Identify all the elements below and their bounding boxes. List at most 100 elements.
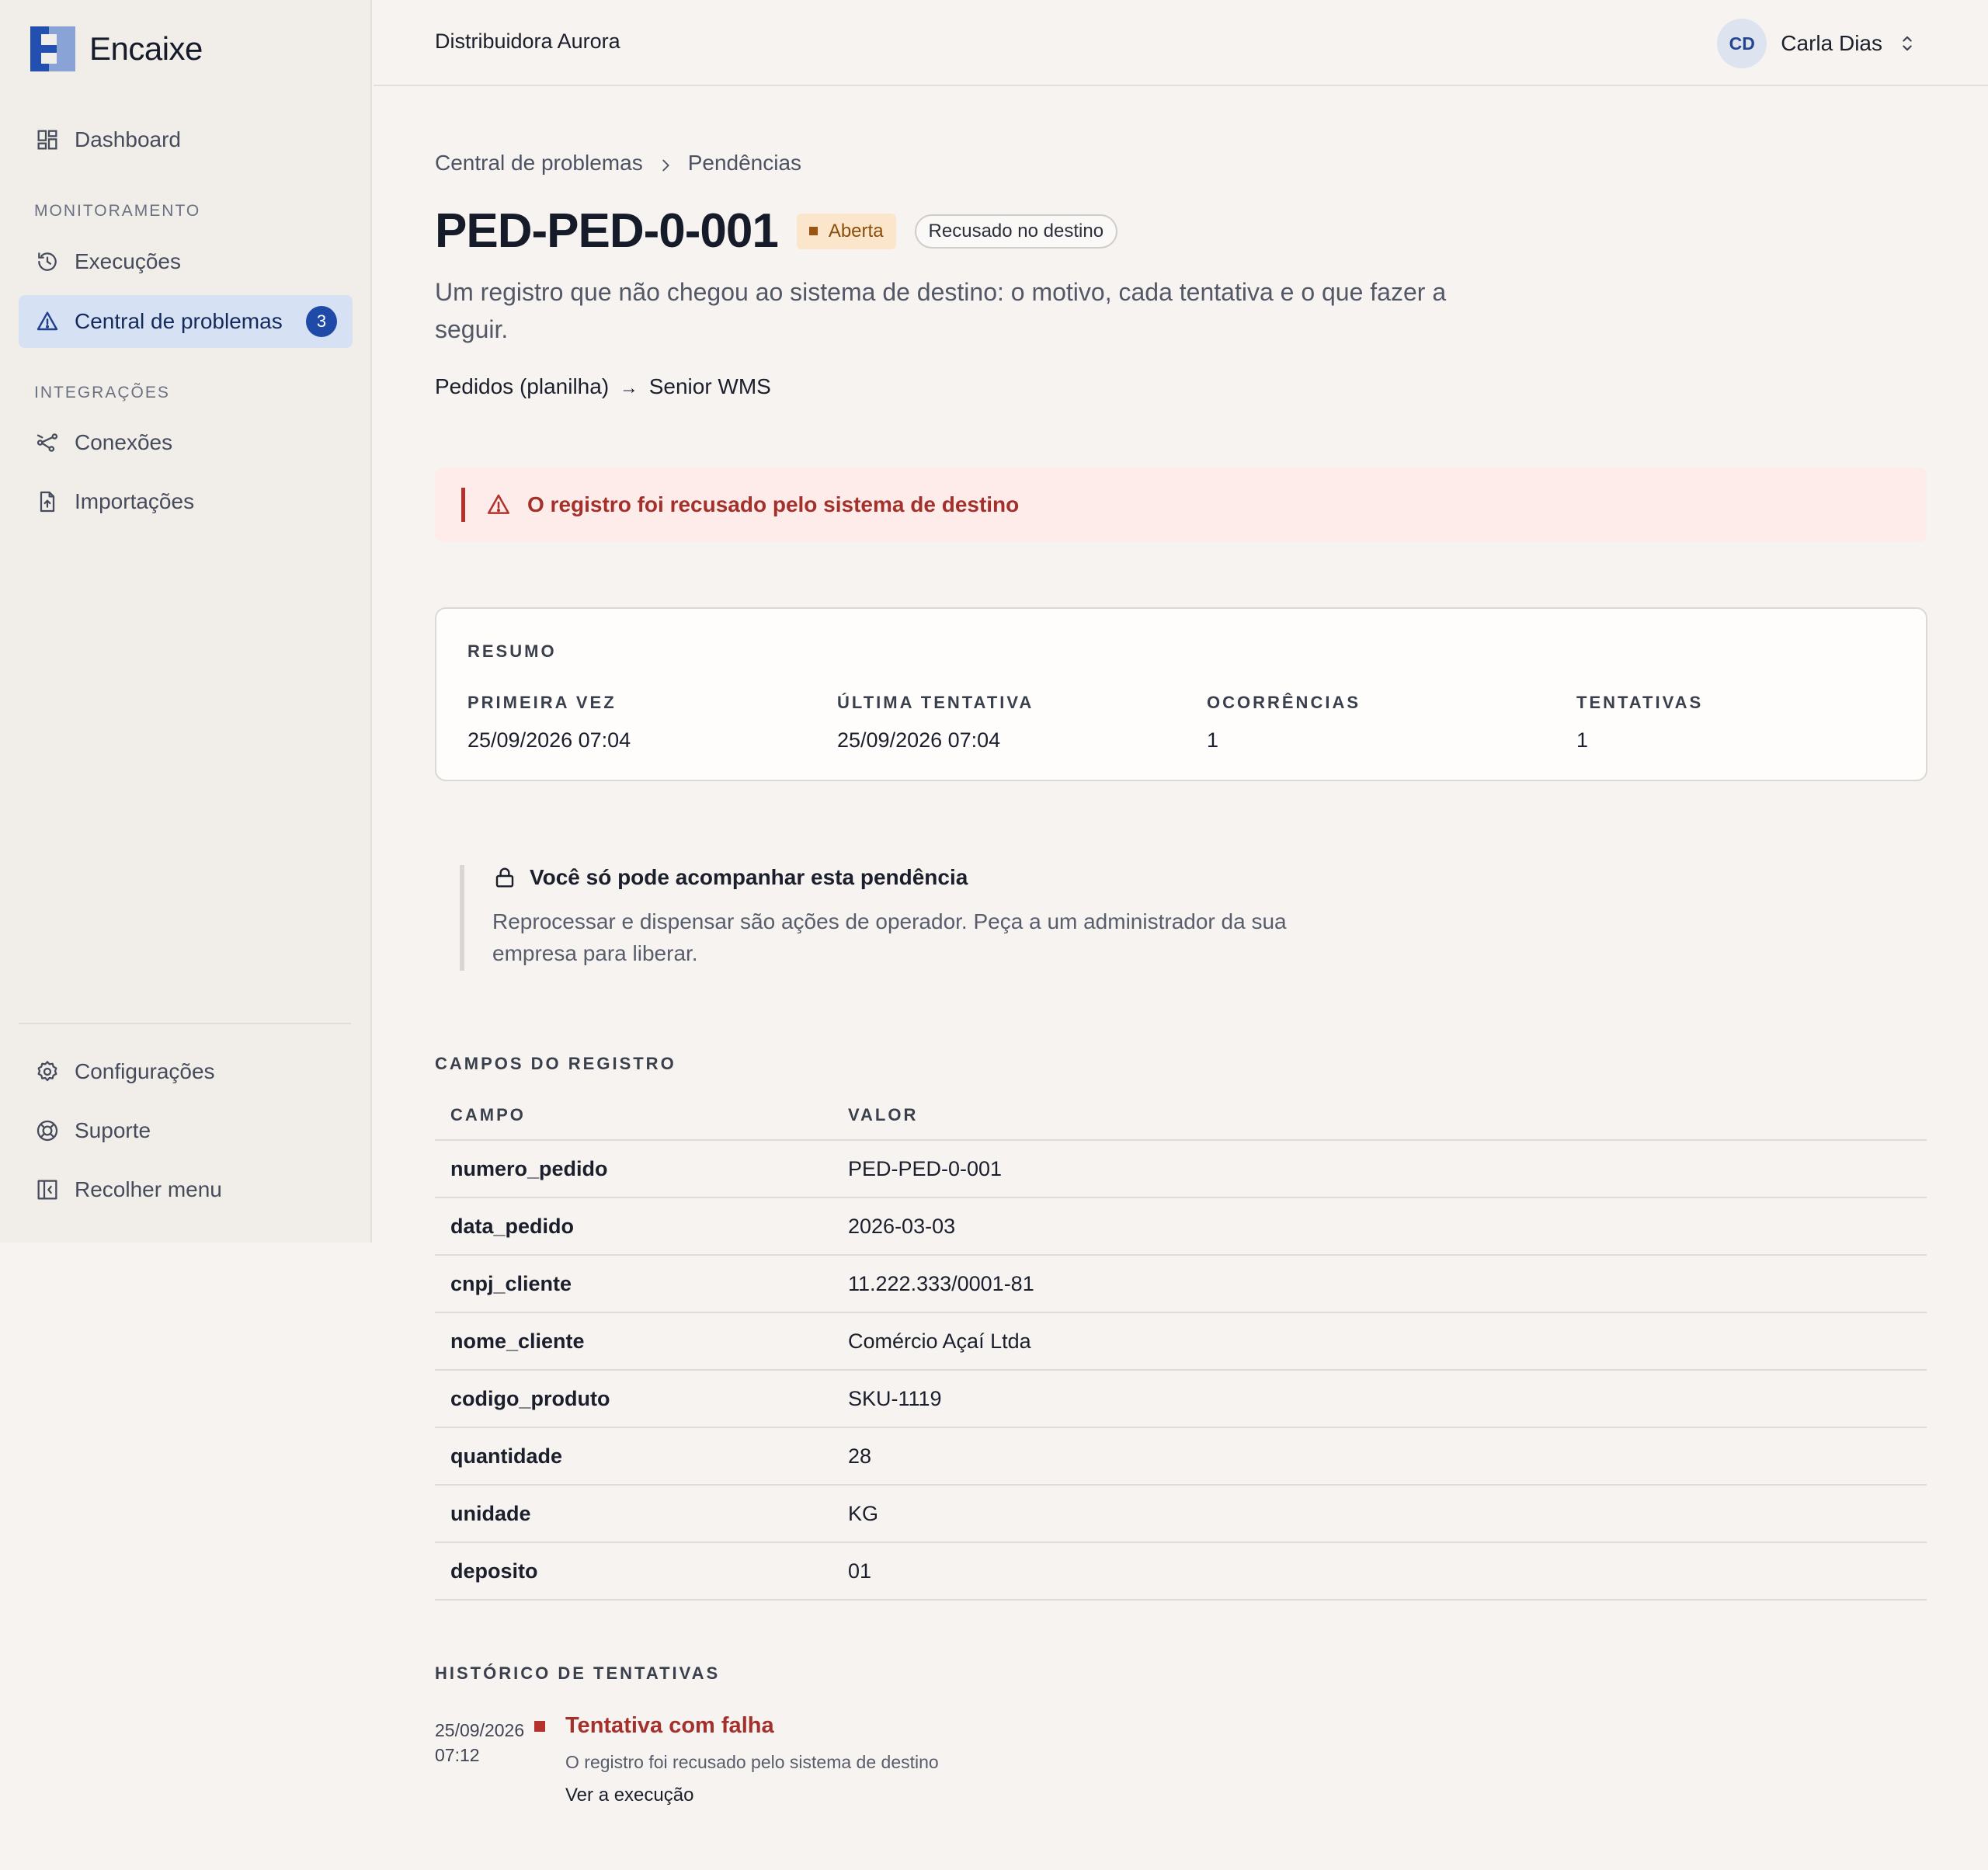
field-value: KG [832,1485,1927,1543]
title-row: PED-PED-0-001 Aberta Recusado no destino [435,203,1118,259]
sidebar-section-integrations: INTEGRAÇÕES [34,384,170,401]
page-description: Um registro que não chegou ao sistema de… [435,278,1447,343]
sidebar-item-label: Central de problemas [75,309,283,333]
summary-label: OCORRÊNCIAS [1207,693,1361,712]
flow-source: Pedidos (planilha) [435,374,610,398]
collapse-sidebar-icon [34,1177,61,1203]
table-row: data_pedido 2026-03-03 [435,1197,1927,1256]
permission-note-title: Você só pode acompanhar esta pendência [492,865,968,890]
sidebar-item-label: Configurações [75,1059,215,1083]
history-title: Tentativa com falha [565,1713,774,1738]
status-dot-icon [808,227,818,235]
field-name: numero_pedido [435,1140,832,1198]
failure-marker-icon [534,1721,545,1732]
sidebar-item-label: Suporte [75,1118,151,1142]
column-header-value: VALOR [832,1090,1927,1141]
breadcrumb-link-problems[interactable]: Central de problemas [435,151,643,176]
field-value: SKU-1119 [832,1370,1927,1428]
lock-icon [495,867,514,888]
table-header-row: CAMPO VALOR [435,1090,1927,1141]
summary-attempts: TENTATIVAS 1 [1576,693,1703,753]
summary-value: 25/09/2026 07:04 [467,728,631,752]
sidebar-section-monitoring: MONITORAMENTO [34,202,201,220]
sidebar: Encaixe Dashboard MONITORAMENTO Execuçõe… [0,0,372,1243]
sidebar-item-problems[interactable]: Central de problemas 3 [19,295,353,348]
warning-icon [485,492,512,518]
field-name: unidade [435,1485,832,1543]
flow-target: Senior WMS [648,374,771,398]
warning-icon [34,308,61,335]
sidebar-divider [19,1023,351,1024]
user-name: Carla Dias [1781,31,1882,55]
summary-first-seen: PRIMEIRA VEZ 25/09/2026 07:04 [467,693,631,753]
summary-label: PRIMEIRA VEZ [467,693,617,712]
problems-count-badge: 3 [306,306,337,337]
sidebar-item-label: Dashboard [75,127,181,151]
connections-icon [34,429,61,456]
gear-icon [34,1058,61,1085]
topbar: Distribuidora Aurora CD Carla Dias [374,0,1988,86]
chevron-right-icon [657,155,674,172]
column-header-field: CAMPO [435,1090,832,1141]
permission-note-body: Reprocessar e dispensar são ações de ope… [492,909,1287,965]
summary-value: 1 [1207,728,1219,752]
history-date: 25/09/2026 [435,1720,525,1740]
view-execution-link[interactable]: Ver a execução [565,1785,693,1806]
sidebar-item-label: Conexões [75,430,173,454]
permission-note: Você só pode acompanhar esta pendência R… [460,865,1314,971]
chevron-up-down-icon [1896,33,1918,54]
field-name: cnpj_cliente [435,1255,832,1313]
table-row: nome_cliente Comércio Açaí Ltda [435,1312,1927,1371]
sidebar-item-settings[interactable]: Configurações [19,1045,353,1098]
sidebar-item-support[interactable]: Suporte [19,1104,353,1157]
breadcrumb: Central de problemas Pendências [435,151,801,176]
field-value: 01 [832,1542,1927,1601]
fields-table: CAMPO VALOR numero_pedido PED-PED-0-001 d… [435,1090,1927,1601]
arrow-right-icon: → [619,377,638,398]
history-timestamp: 25/09/2026 07:12 [435,1718,524,1767]
alert-message: O registro foi recusado pelo sistema de … [527,492,1020,516]
history-section-title: HISTÓRICO DE TENTATIVAS [435,1663,721,1683]
sidebar-item-collapse[interactable]: Recolher menu [19,1163,353,1216]
table-row: numero_pedido PED-PED-0-001 [435,1140,1927,1198]
field-value: 2026-03-03 [832,1197,1927,1256]
file-upload-icon [34,488,61,515]
brand-logo-icon [30,26,75,71]
history-description: O registro foi recusado pelo sistema de … [565,1752,939,1772]
sidebar-item-dashboard[interactable]: Dashboard [19,113,353,166]
breadcrumb-current: Pendências [687,151,802,175]
dashboard-icon [34,127,61,153]
alert-accent-bar [461,488,465,522]
table-row: cnpj_cliente 11.222.333/0001-81 [435,1255,1927,1313]
summary-card: RESUMO PRIMEIRA VEZ 25/09/2026 07:04 ÚLT… [435,607,1927,781]
permission-note-title-text: Você só pode acompanhar esta pendência [530,865,968,889]
history-time: 07:12 [435,1745,480,1765]
field-value: 28 [832,1427,1927,1486]
summary-occurrences: OCORRÊNCIAS 1 [1207,693,1361,753]
table-row: unidade KG [435,1485,1927,1543]
field-name: quantidade [435,1427,832,1486]
field-value: Comércio Açaí Ltda [832,1312,1927,1371]
brand[interactable]: Encaixe [30,26,203,71]
status-badge-label: Aberta [828,220,884,242]
page-title: PED-PED-0-001 [435,204,779,258]
error-alert: O registro foi recusado pelo sistema de … [435,467,1927,542]
table-row: codigo_produto SKU-1119 [435,1370,1927,1428]
brand-name: Encaixe [89,30,203,67]
summary-last-attempt: ÚLTIMA TENTATIVA 25/09/2026 07:04 [837,693,1034,753]
user-menu[interactable]: CD Carla Dias [1717,19,1918,68]
summary-label: ÚLTIMA TENTATIVA [837,693,1034,712]
summary-value: 1 [1576,728,1589,752]
summary-value: 25/09/2026 07:04 [837,728,1001,752]
sidebar-item-connections[interactable]: Conexões [19,416,353,469]
field-name: deposito [435,1542,832,1601]
avatar: CD [1717,19,1767,68]
summary-label: TENTATIVAS [1576,693,1704,712]
fields-section-title: CAMPOS DO REGISTRO [435,1054,676,1073]
sidebar-item-imports[interactable]: Importações [19,475,353,528]
field-value: 11.222.333/0001-81 [832,1255,1927,1313]
sidebar-item-label: Importações [75,489,195,513]
field-value: PED-PED-0-001 [832,1140,1927,1198]
sidebar-item-executions[interactable]: Execuções [19,235,353,288]
table-row: deposito 01 [435,1542,1927,1601]
